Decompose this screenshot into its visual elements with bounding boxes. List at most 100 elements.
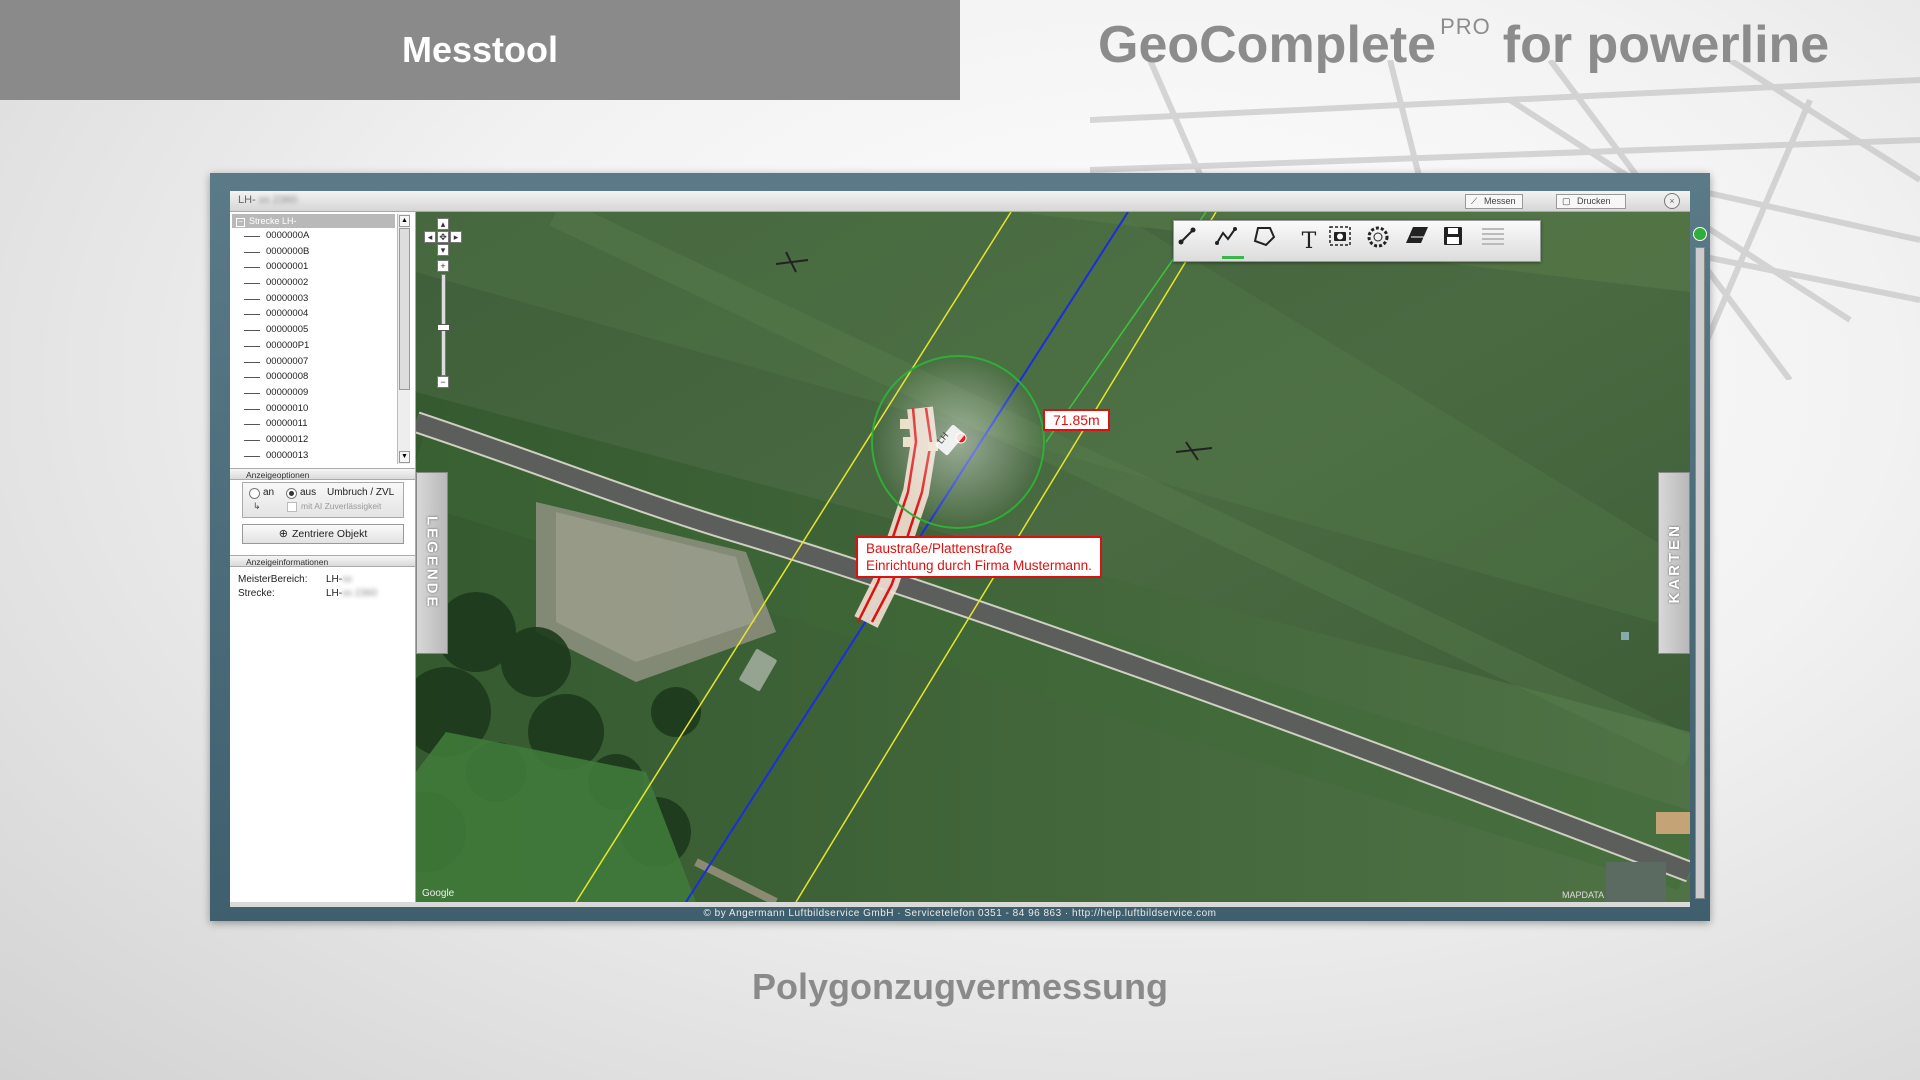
blurred-text: xx 2360	[255, 194, 298, 206]
header-bar: Messtool	[0, 0, 960, 100]
reliability-checkbox[interactable]	[287, 502, 297, 512]
maps-tab[interactable]: KARTEN	[1658, 472, 1690, 654]
pan-down-icon[interactable]: ▾	[437, 244, 449, 256]
map-navigation: ▴ ◂ ✥ ▸ ▾ + −	[422, 218, 462, 418]
tree-scrollbar[interactable]: ▲ ▼	[397, 214, 410, 464]
window-topbar: LH- xx 2360 ⟋ Messen ▢ Drucken ×	[230, 191, 1690, 212]
google-logo: Google	[422, 888, 455, 899]
tree-item[interactable]: 00000001	[232, 259, 395, 275]
tree-item[interactable]: 00000003	[232, 291, 395, 307]
legend-tab[interactable]: LEGENDE	[416, 472, 448, 654]
map-view[interactable]: 71.85m Baustraße/Plattenstraße Einrichtu…	[416, 212, 1690, 902]
line-tool-icon[interactable]	[1176, 225, 1214, 257]
brand-pro: PRO	[1440, 14, 1491, 39]
route-value: LH-xx 2360	[326, 588, 377, 599]
measure-button[interactable]: ⟋ Messen	[1465, 194, 1523, 209]
tree-item[interactable]: 0000000B	[232, 244, 395, 260]
save-icon[interactable]	[1442, 225, 1480, 257]
display-options-header: Anzeigeoptionen	[230, 468, 415, 480]
drawing-toolbar: T	[1173, 220, 1541, 262]
measure-distance-label[interactable]: 71.85m	[1043, 409, 1110, 431]
measure-button-label: Messen	[1484, 196, 1516, 206]
route-value-text: LH-	[326, 588, 343, 599]
tree-item[interactable]: 00000004	[232, 306, 395, 322]
note-line2: Einrichtung durch Firma Mustermann.	[866, 558, 1092, 573]
pan-up-icon[interactable]: ▴	[437, 218, 449, 230]
master-value-text: LH-	[326, 574, 343, 585]
center-object-button[interactable]: ⊕ Zentriere Objekt	[242, 524, 404, 544]
note-line1: Baustraße/Plattenstraße	[866, 541, 1013, 556]
brand-logo: GeoComplete PRO for powerline	[1098, 14, 1829, 75]
tree-item[interactable]: 00000013	[232, 448, 395, 464]
tree-item[interactable]: 00000009	[232, 385, 395, 401]
tree-item[interactable]: 00000005	[232, 322, 395, 338]
measure-icon: ⟋	[1471, 196, 1478, 206]
tree-item[interactable]: 00000002	[232, 275, 395, 291]
slide-caption: Polygonzugvermessung	[751, 966, 1169, 1007]
tree-item[interactable]: 00000007	[232, 354, 395, 370]
legend-tab-label: LEGENDE	[423, 516, 441, 610]
polygon-tool-icon[interactable]	[1252, 225, 1290, 257]
route-row: Strecke: LH-xx 2360	[238, 588, 408, 602]
screenshot-tool-icon[interactable]	[1328, 225, 1366, 257]
tree-root-label: Strecke LH-	[249, 216, 297, 226]
blurred-text: xx	[342, 574, 353, 585]
brand-name: GeoComplete	[1098, 16, 1437, 74]
zoom-out-icon[interactable]: −	[437, 376, 449, 388]
tree-item[interactable]: 0000000A	[232, 228, 395, 244]
text-tool-icon[interactable]: T	[1290, 225, 1328, 257]
status-indicator	[1693, 227, 1707, 241]
list-icon[interactable]	[1480, 225, 1518, 257]
radio-on[interactable]	[249, 488, 260, 499]
maps-tab-label: KARTEN	[1665, 522, 1683, 604]
app-window: LH- xx 2360 ⟋ Messen ▢ Drucken × − Streck…	[210, 173, 1710, 921]
center-object-label: Zentriere Objekt	[291, 528, 368, 540]
left-panel: − Strecke LH- 0000000A 0000000B 00000001 000…	[230, 212, 416, 902]
master-value: LH-xx	[326, 574, 352, 585]
pan-left-icon[interactable]: ◂	[424, 231, 436, 243]
blurred-text: xx 2360	[342, 588, 378, 599]
scroll-up-icon[interactable]: ▲	[399, 215, 410, 227]
pan-center-icon[interactable]: ✥	[437, 231, 449, 243]
pan-right-icon[interactable]: ▸	[450, 231, 462, 243]
print-button[interactable]: ▢ Drucken	[1556, 194, 1626, 209]
close-icon[interactable]: ×	[1664, 193, 1680, 209]
document-title: LH- xx 2360	[238, 194, 297, 206]
print-icon: ▢	[1562, 196, 1571, 206]
zoom-in-icon[interactable]: +	[437, 260, 449, 272]
tree-item[interactable]: 00000010	[232, 401, 395, 417]
scroll-down-icon[interactable]: ▼	[399, 451, 410, 463]
right-edge	[1690, 191, 1710, 907]
tree-items: 0000000A 0000000B 00000001 00000002 00000003…	[232, 228, 395, 463]
tree-item[interactable]: 00000012	[232, 432, 395, 448]
route-label: Strecke:	[238, 588, 275, 599]
option-label: Umbruch / ZVL	[327, 487, 395, 498]
print-button-label: Drucken	[1577, 196, 1611, 206]
collapse-icon[interactable]: −	[236, 218, 245, 227]
circle-tool-icon[interactable]	[1366, 225, 1404, 257]
map-scrollbar[interactable]	[1695, 247, 1705, 899]
scroll-thumb[interactable]	[399, 228, 410, 390]
master-row: MeisterBereich: LH-xx	[238, 574, 408, 588]
section-title: Messtool	[401, 29, 559, 70]
radio-off[interactable]	[286, 488, 297, 499]
map-credit: MAPDATA	[1562, 890, 1605, 900]
radio-off-label: aus	[300, 487, 317, 498]
zoom-slider-thumb[interactable]	[437, 324, 450, 331]
sub-arrow-icon: ↳	[253, 501, 261, 511]
polyline-tool-icon[interactable]	[1214, 225, 1252, 259]
tree-item[interactable]: 00000011	[232, 416, 395, 432]
status-bar: © by Angermann Luftbildservice GmbH · Se…	[703, 908, 1217, 919]
brand-suffix: for powerline	[1502, 16, 1830, 74]
radio-on-label: an	[263, 487, 275, 498]
sub-option-label: mit AI Zuverlässigkeit	[301, 501, 382, 511]
tree-item[interactable]: 00000008	[232, 369, 395, 385]
app-content: LH- xx 2360 ⟋ Messen ▢ Drucken × − Streck…	[230, 191, 1690, 907]
tree-item[interactable]: 000000P1	[232, 338, 395, 354]
display-options-box: an aus Umbruch / ZVL ↳ mit AI Zuverlässi…	[242, 482, 404, 518]
display-info-header: Anzeigeinformationen	[230, 555, 415, 567]
tree-root[interactable]: − Strecke LH-	[232, 214, 395, 228]
document-title-text: LH-	[238, 194, 256, 206]
annotation-note[interactable]: Baustraße/Plattenstraße Einrichtung durc…	[856, 536, 1102, 578]
eraser-tool-icon[interactable]	[1404, 225, 1442, 257]
